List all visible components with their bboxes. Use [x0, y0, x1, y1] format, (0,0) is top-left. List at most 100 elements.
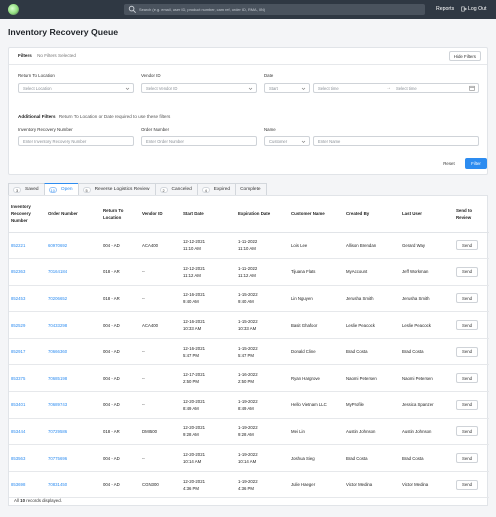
- col-header-last-user[interactable]: Last User: [400, 196, 454, 233]
- start-date: 12-16-2021: [183, 319, 205, 325]
- order-number-link[interactable]: 70433298: [46, 311, 101, 339]
- recovery-number-link[interactable]: 853401: [9, 391, 46, 419]
- return-location-cell: 018 - AR: [101, 285, 140, 313]
- tab-canceled[interactable]: 2 Canceled: [154, 183, 197, 195]
- vendor-id-cell: --: [140, 285, 181, 313]
- send-button[interactable]: Send: [456, 426, 478, 437]
- expiration-date: 1-16-2022: [238, 372, 258, 378]
- recovery-number-link[interactable]: 853698: [9, 471, 46, 499]
- tab-label: Canceled: [171, 187, 192, 192]
- col-header-start-date[interactable]: Start Date: [181, 196, 236, 233]
- order-number-link[interactable]: 70689743: [46, 391, 101, 419]
- customer-name-cell: Tijuana Flats: [289, 258, 344, 286]
- date-start-select[interactable]: Start: [264, 83, 310, 93]
- customer-name-cell: Basit Ghafoor: [289, 311, 344, 339]
- recovery-number-link[interactable]: 853563: [9, 444, 46, 472]
- order-number-link[interactable]: 70685198: [46, 364, 101, 393]
- order-number-input[interactable]: Enter Order Number: [141, 136, 257, 146]
- expiration-date: 1-19-2022: [238, 452, 258, 458]
- table-row: 853563 70775696 004 - AD -- 12-20-2021 10:14 …: [9, 444, 489, 472]
- start-time: 10:14 AM: [183, 459, 202, 465]
- reset-button[interactable]: Reset: [437, 158, 461, 169]
- col-header-send-to-review: Send to Review: [454, 196, 489, 233]
- send-button[interactable]: Send: [456, 373, 478, 384]
- return-location-cell: 004 - AD: [101, 471, 140, 499]
- col-header-customer-name[interactable]: Customer Name: [289, 196, 344, 233]
- recovery-number-link[interactable]: 852363: [9, 258, 46, 286]
- expiration-time: 2:50 PM: [238, 379, 255, 385]
- order-number-link[interactable]: 70164184: [46, 258, 101, 286]
- tab-count: 4: [201, 186, 210, 193]
- vendor-id-select[interactable]: Select Vendor ID: [141, 83, 257, 93]
- send-cell: Send: [454, 444, 489, 472]
- order-number-link[interactable]: 70775696: [46, 444, 101, 472]
- recovery-number-link[interactable]: 853444: [9, 418, 46, 446]
- order-number-link[interactable]: 70831450: [46, 471, 101, 499]
- col-header-vendor-id[interactable]: Vendor ID: [140, 196, 181, 233]
- send-button[interactable]: Send: [456, 479, 478, 490]
- hide-filters-button[interactable]: Hide Filters: [448, 51, 481, 61]
- expiration-date-cell: 1-19-2022 8:49 AM: [236, 391, 289, 419]
- calendar-icon[interactable]: [469, 85, 475, 91]
- start-time: 5:47 PM: [183, 352, 200, 358]
- expiration-date: 1-19-2022: [238, 398, 258, 404]
- expiration-date: 1-19-2022: [238, 425, 258, 431]
- tab-reverse-logistics-review[interactable]: 5 Reverse Logistics Review: [77, 183, 155, 195]
- name-placeholder: Enter Name: [318, 138, 341, 144]
- logo-icon[interactable]: [8, 4, 19, 15]
- order-number-link[interactable]: 70729586: [46, 418, 101, 446]
- tab-expired[interactable]: 4 Expired: [196, 183, 236, 195]
- vendor-id-cell: --: [140, 258, 181, 286]
- col-header-expiration-date[interactable]: Expiration Date: [236, 196, 289, 233]
- logout-link[interactable]: Log Out: [461, 6, 486, 12]
- return-location-select[interactable]: Select Location: [18, 83, 134, 93]
- send-button[interactable]: Send: [456, 399, 478, 410]
- send-button[interactable]: Send: [456, 240, 478, 251]
- tab-complete[interactable]: Complete: [235, 183, 267, 195]
- recovery-number-link[interactable]: 852221: [9, 232, 46, 260]
- recovery-number-link[interactable]: 853375: [9, 364, 46, 393]
- recovery-number-link[interactable]: 852453: [9, 285, 46, 313]
- table-row: 852453 70206652 018 - AR -- 12-16-2021 9:40 A…: [9, 285, 489, 313]
- recovery-number-link[interactable]: 852917: [9, 338, 46, 366]
- name-type-select[interactable]: Customer: [264, 136, 310, 146]
- filters-status: No Filters Selected: [37, 53, 76, 58]
- send-button[interactable]: Send: [456, 346, 478, 357]
- col-header-order-number[interactable]: Order Number: [46, 196, 101, 233]
- expiration-date-cell: 1-16-2022 2:50 PM: [236, 364, 289, 393]
- col-header-created-by[interactable]: Created By: [344, 196, 400, 233]
- filter-button[interactable]: Filter: [465, 158, 487, 169]
- customer-name-cell: Julie Haeger: [289, 471, 344, 499]
- table-header-row: Inventory Recovery Number Order Number R…: [9, 196, 489, 233]
- send-cell: Send: [454, 471, 489, 499]
- search-input[interactable]: Search (e.g. email, user ID, product num…: [124, 4, 425, 15]
- order-number-link[interactable]: 70206652: [46, 285, 101, 313]
- return-location-cell: 004 - AD: [101, 444, 140, 472]
- table-row: 852917 70666360 004 - AD -- 12-16-2021 5:47 P…: [9, 338, 489, 366]
- start-date-cell: 12-16-2021 5:47 PM: [181, 338, 236, 366]
- name-input[interactable]: Enter Name: [313, 136, 479, 146]
- col-header-return-location[interactable]: Return To Location: [101, 196, 140, 233]
- order-number-link[interactable]: 60970692: [46, 232, 101, 260]
- send-button[interactable]: Send: [456, 293, 478, 304]
- col-header-recovery-number[interactable]: Inventory Recovery Number: [9, 196, 46, 233]
- last-user-cell: Austin Johnson: [400, 418, 454, 446]
- tab-open[interactable]: 10 Open: [43, 183, 78, 195]
- start-date-cell: 12-20-2021 9:28 AM: [181, 418, 236, 446]
- customer-name-cell: Hello Vietnam LLC: [289, 391, 344, 419]
- send-button[interactable]: Send: [456, 266, 478, 277]
- recovery-number-link[interactable]: 852529: [9, 311, 46, 339]
- date-start-placeholder: Start: [269, 85, 278, 91]
- table-row: 852363 70164184 018 - AR -- 12-12-2021 11:12 …: [9, 258, 489, 286]
- send-button[interactable]: Send: [456, 320, 478, 331]
- created-by-cell: Allison Brendan: [344, 232, 400, 260]
- send-button[interactable]: Send: [456, 453, 478, 464]
- date-range-input[interactable]: Select time → Select time: [313, 83, 479, 93]
- last-user-cell: Victor Medina: [400, 471, 454, 499]
- start-date-cell: 12-16-2021 9:40 AM: [181, 285, 236, 313]
- recovery-number-input[interactable]: Enter Inventory Recovery Number: [18, 136, 134, 146]
- expiration-date-cell: 1-19-2022 4:36 PM: [236, 471, 289, 499]
- tab-saved[interactable]: 3 Saved: [8, 183, 44, 195]
- reports-link[interactable]: Reports: [436, 6, 454, 12]
- order-number-link[interactable]: 70666360: [46, 338, 101, 366]
